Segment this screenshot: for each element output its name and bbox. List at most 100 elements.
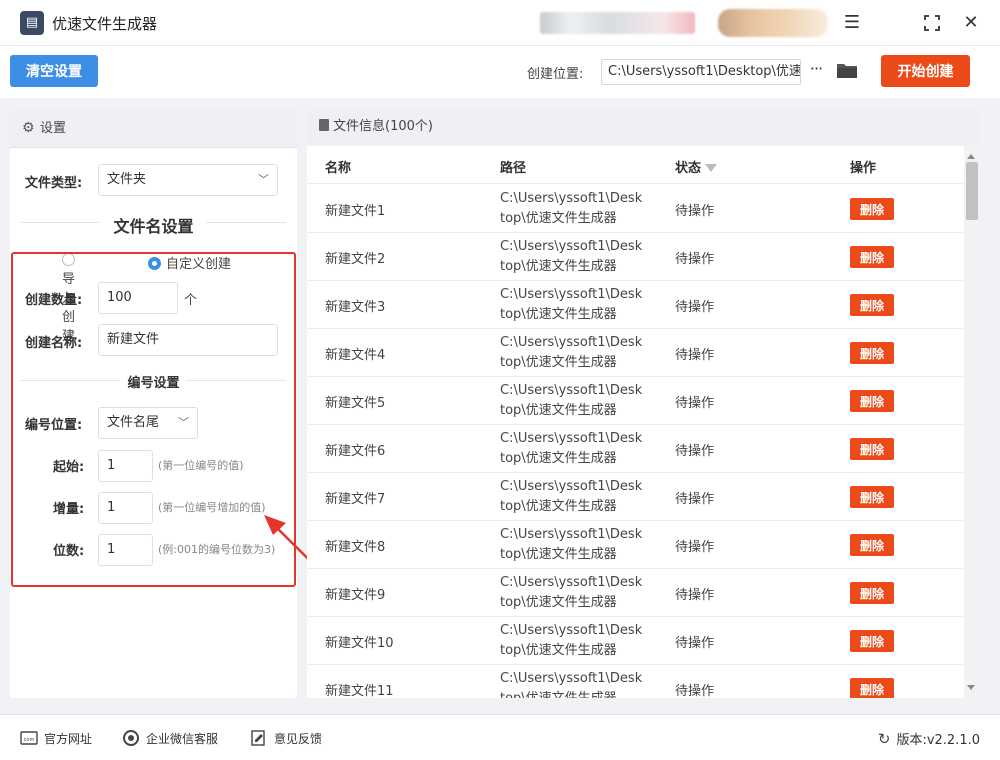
delete-button[interactable]: 删除 (850, 246, 894, 268)
number-position-value: 文件名尾 (107, 415, 160, 430)
radio-unchecked-icon (62, 253, 75, 266)
digits-label: 位数: (53, 544, 85, 559)
delete-button[interactable]: 删除 (850, 678, 894, 698)
status-cell: 待操作 (675, 540, 715, 555)
output-path-input[interactable]: C:\Users\yssoft1\Desktop\优速 (601, 59, 801, 85)
file-name-cell: 新建文件8 (325, 540, 386, 555)
file-table-body: 新建文件1 C:\Users\yssoft1\Desk top\优速文件生成器 待操作… (307, 185, 963, 698)
digits-value-input[interactable]: 1 (98, 534, 153, 566)
settings-panel: ⚙ 设置 文件类型: 文件夹 ﹀ 文件名设置 导入创建 自定义创建 创建数量: 1… (10, 108, 297, 698)
create-count-label: 创建数量: (25, 293, 83, 308)
chevron-down-icon: ﹀ (258, 173, 269, 186)
delete-button[interactable]: 删除 (850, 438, 894, 460)
path-line-2: top\优速文件生成器 (500, 689, 650, 698)
file-name-cell: 新建文件3 (325, 300, 386, 315)
delete-button[interactable]: 删除 (850, 390, 894, 412)
radio-checked-icon (148, 257, 161, 270)
delete-button[interactable]: 删除 (850, 486, 894, 508)
chevron-down-icon: ﹀ (178, 416, 189, 429)
more-dots-button[interactable]: ··· (806, 60, 826, 82)
radio-custom-create[interactable]: 自定义创建 (148, 253, 231, 272)
folder-icon[interactable] (836, 61, 858, 79)
refresh-icon[interactable]: ↻ (878, 730, 891, 748)
svg-text:com: com (24, 737, 35, 743)
clear-settings-button[interactable]: 清空设置 (10, 55, 98, 87)
table-header: 名称 路径 状态 操作 (307, 146, 963, 184)
file-name-cell: 新建文件11 (325, 684, 394, 698)
path-line-2: top\优速文件生成器 (500, 451, 617, 466)
feedback-link[interactable]: 意见反馈 (250, 730, 322, 747)
table-row: 新建文件5 C:\Users\yssoft1\Desk top\优速文件生成器 待操作… (307, 377, 963, 425)
path-line-1: C:\Users\yssoft1\Desk (500, 671, 643, 686)
website-link[interactable]: com 官方网址 (20, 730, 92, 747)
file-path-cell: C:\Users\yssoft1\Desk top\优速文件生成器 (500, 237, 650, 277)
column-status[interactable]: 状态 (675, 157, 718, 176)
table-row: 新建文件10 C:\Users\yssoft1\Desk top\优速文件生成器 待操… (307, 617, 963, 665)
file-type-label: 文件类型: (25, 176, 83, 191)
file-info-title: 文件信息(100个) (333, 119, 433, 134)
start-hint: (第一位编号的值) (158, 459, 244, 472)
status-cell: 待操作 (675, 300, 715, 315)
divider (20, 222, 100, 223)
file-name-cell: 新建文件9 (325, 588, 386, 603)
divider (20, 380, 120, 381)
number-settings-title: 编号设置 (127, 376, 180, 391)
status-cell: 待操作 (675, 588, 715, 603)
step-value-input[interactable]: 1 (98, 492, 153, 524)
close-icon[interactable]: ✕ (958, 10, 984, 36)
feedback-label: 意见反馈 (274, 732, 323, 746)
file-name-cell: 新建文件5 (325, 396, 386, 411)
file-path-cell: C:\Users\yssoft1\Desk top\优速文件生成器 (500, 381, 650, 421)
output-path-label: 创建位置: (527, 67, 584, 82)
start-create-button[interactable]: 开始创建 (881, 55, 970, 87)
create-count-input[interactable]: 100 (98, 282, 178, 314)
divider (186, 380, 286, 381)
path-line-2: top\优速文件生成器 (500, 547, 617, 562)
delete-button[interactable]: 删除 (850, 294, 894, 316)
file-path-cell: C:\Users\yssoft1\Desk top\优速文件生成器 (500, 189, 650, 229)
start-value-input[interactable]: 1 (98, 450, 153, 482)
file-type-select[interactable]: 文件夹 ﹀ (98, 164, 278, 196)
table-row: 新建文件11 C:\Users\yssoft1\Desk top\优速文件生成器 待操… (307, 665, 963, 698)
blurred-avatar (718, 9, 828, 37)
table-row: 新建文件7 C:\Users\yssoft1\Desk top\优速文件生成器 待操作… (307, 473, 963, 521)
radio-custom-label: 自定义创建 (166, 257, 232, 272)
table-row: 新建文件1 C:\Users\yssoft1\Desk top\优速文件生成器 待操作… (307, 185, 963, 233)
step-label: 增量: (53, 502, 85, 517)
path-line-1: C:\Users\yssoft1\Desk (500, 575, 643, 590)
maximize-icon[interactable] (919, 10, 945, 36)
digits-hint: (例:001的编号位数为3) (158, 543, 276, 556)
number-position-select[interactable]: 文件名尾 ﹀ (98, 407, 198, 439)
number-position-label: 编号位置: (25, 418, 83, 433)
version-label: 版本:v2.2.1.0 (896, 733, 980, 748)
path-line-1: C:\Users\yssoft1\Desk (500, 335, 643, 350)
scrollbar-thumb[interactable] (966, 162, 978, 220)
scroll-up-icon[interactable] (967, 154, 975, 159)
file-path-cell: C:\Users\yssoft1\Desk top\优速文件生成器 (500, 429, 650, 469)
status-cell: 待操作 (675, 492, 715, 507)
menu-icon[interactable]: ☰ (839, 10, 865, 36)
create-name-input[interactable]: 新建文件 (98, 324, 278, 356)
path-line-1: C:\Users\yssoft1\Desk (500, 527, 643, 542)
path-line-2: top\优速文件生成器 (500, 211, 617, 226)
column-action: 操作 (850, 161, 877, 176)
delete-button[interactable]: 删除 (850, 630, 894, 652)
wechat-service-link[interactable]: 企业微信客服 (122, 730, 218, 747)
delete-button[interactable]: 删除 (850, 582, 894, 604)
settings-header: ⚙ 设置 (10, 108, 297, 148)
path-line-2: top\优速文件生成器 (500, 595, 617, 610)
path-line-2: top\优速文件生成器 (500, 307, 617, 322)
status-cell: 待操作 (675, 444, 715, 459)
app-logo-icon: ▤ (20, 11, 44, 35)
delete-button[interactable]: 删除 (850, 198, 894, 220)
path-line-1: C:\Users\yssoft1\Desk (500, 287, 643, 302)
delete-button[interactable]: 删除 (850, 342, 894, 364)
filter-icon[interactable] (705, 164, 718, 172)
scroll-down-icon[interactable] (967, 685, 975, 690)
table-row: 新建文件3 C:\Users\yssoft1\Desk top\优速文件生成器 待操作… (307, 281, 963, 329)
vertical-scrollbar[interactable] (964, 146, 980, 698)
path-line-1: C:\Users\yssoft1\Desk (500, 431, 643, 446)
delete-button[interactable]: 删除 (850, 534, 894, 556)
wechat-label: 企业微信客服 (146, 732, 219, 746)
count-unit: 个 (184, 293, 198, 308)
